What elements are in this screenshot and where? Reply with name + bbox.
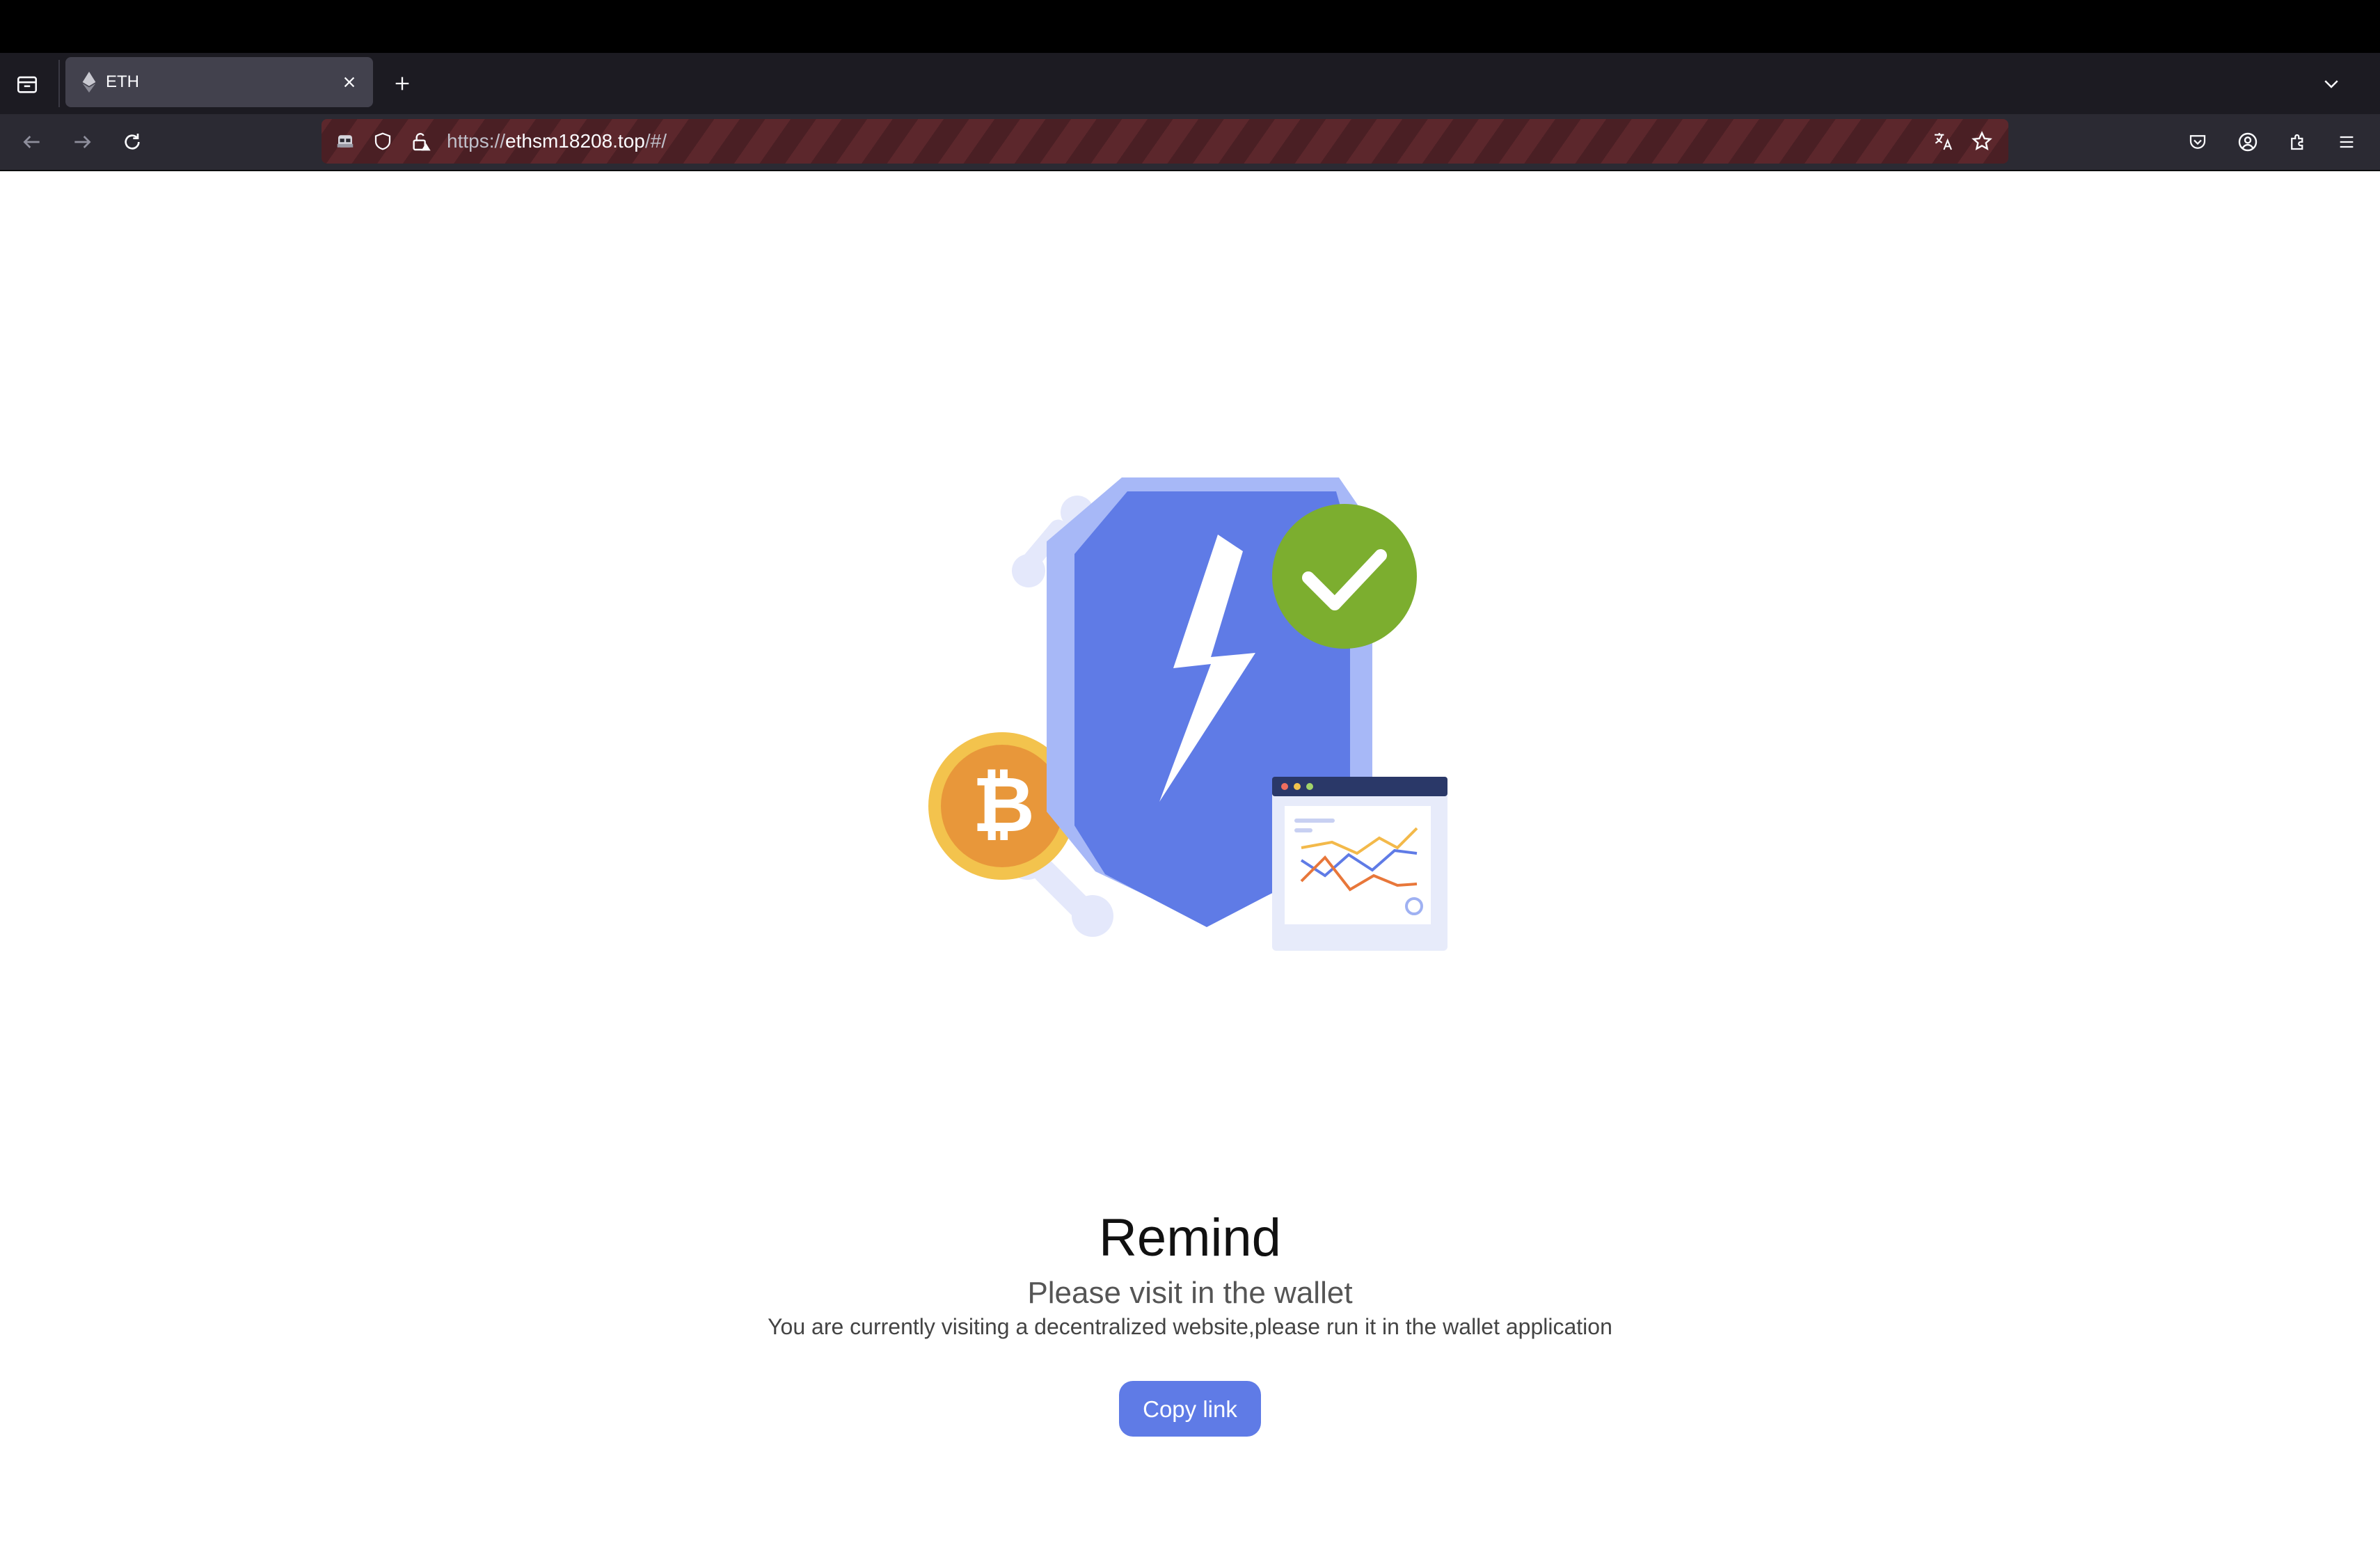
forward-arrow-icon[interactable] <box>67 127 97 157</box>
chart-window <box>1272 777 1447 951</box>
url-scheme: https:// <box>447 130 506 152</box>
screen-top-bar <box>0 0 2380 53</box>
new-tab-plus-icon[interactable] <box>387 68 418 99</box>
copy-link-button[interactable]: Copy link <box>1119 1381 1261 1437</box>
url-host: ethsm18208.top <box>505 130 645 152</box>
reload-icon[interactable] <box>117 127 148 157</box>
page-title: Remind <box>1099 1208 1281 1267</box>
tab-eth[interactable]: ETH <box>65 57 373 107</box>
url-path: /#/ <box>644 130 667 152</box>
chevron-down-icon[interactable] <box>2316 68 2347 99</box>
url-text[interactable]: https://ethsm18208.top/#/ <box>447 119 667 164</box>
bookmark-star-icon[interactable] <box>1968 127 1996 155</box>
tab-overview-icon[interactable] <box>13 70 42 99</box>
menu-icon[interactable] <box>2331 127 2362 157</box>
svg-text:₿: ₿ <box>972 762 1035 848</box>
page-subtitle: Please visit in the wallet <box>1027 1276 1353 1310</box>
address-bar[interactable]: https://ethsm18208.top/#/ <box>322 119 2008 164</box>
checkmark-badge-icon <box>1272 504 1417 649</box>
extensions-icon[interactable] <box>2283 127 2313 157</box>
back-arrow-icon[interactable] <box>17 127 47 157</box>
close-icon[interactable] <box>334 67 365 97</box>
tracking-shield-icon[interactable] <box>369 127 397 155</box>
page-content: ₿ Remind Please visit in the wallet You … <box>0 171 2380 1541</box>
translate-icon[interactable] <box>1929 127 1957 155</box>
tab-divider <box>58 60 60 107</box>
security-illustration: ₿ <box>928 477 1447 951</box>
pocket-icon[interactable] <box>2182 127 2213 157</box>
tab-title: ETH <box>106 72 139 91</box>
page-description: You are currently visiting a decentraliz… <box>768 1314 1612 1339</box>
private-mask-icon <box>331 127 359 155</box>
account-icon[interactable] <box>2232 127 2263 157</box>
ethereum-icon <box>78 71 100 93</box>
insecure-lock-icon[interactable] <box>406 127 434 155</box>
